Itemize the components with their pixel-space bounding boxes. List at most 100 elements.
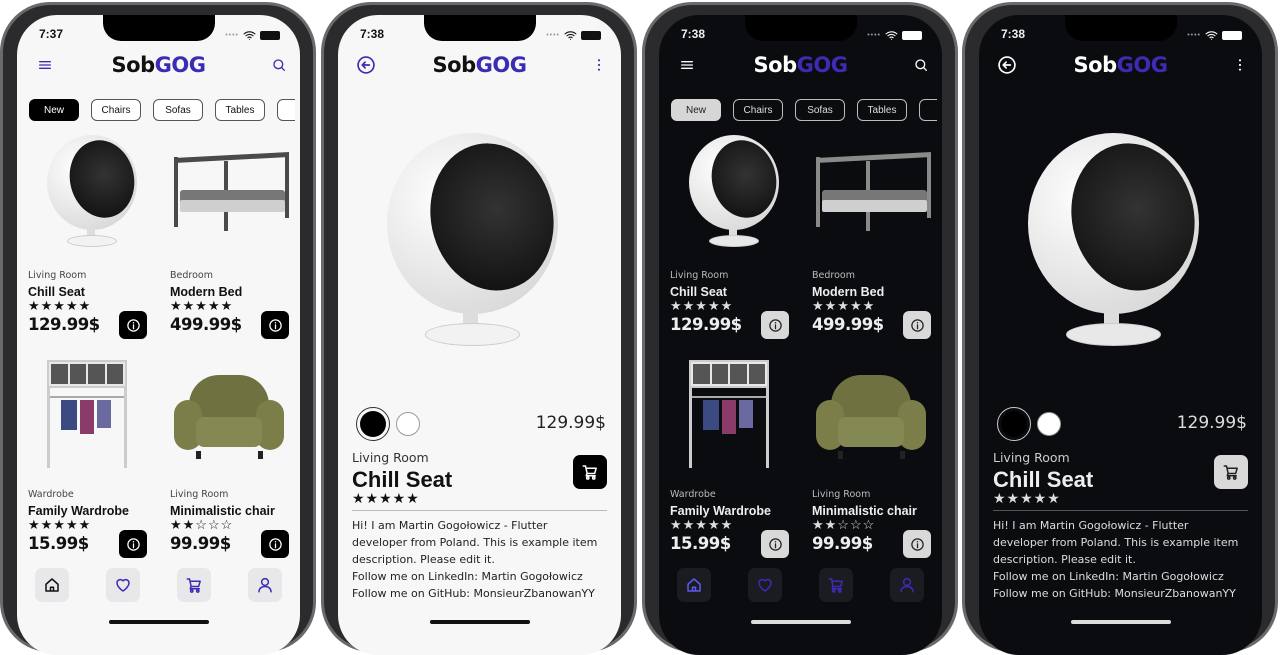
nav-profile-button[interactable] <box>890 568 924 602</box>
description-line: Follow me on GitHub: MonsieurZbanowanYY <box>993 587 1236 600</box>
info-icon <box>126 318 140 332</box>
user-icon <box>258 577 272 593</box>
product-info-button[interactable] <box>903 311 931 339</box>
info-icon <box>910 318 924 332</box>
category-chip[interactable]: Tables <box>857 99 907 121</box>
product-price: 129.99$ <box>670 315 742 334</box>
product-category: Bedroom <box>170 270 213 281</box>
cart-icon <box>186 578 201 593</box>
home-screen: 7:37 •••• SobGOG New Chairs Sofas Tables Li… <box>17 15 300 655</box>
product-info-button[interactable] <box>761 311 789 339</box>
product-rating: ★★★★★ <box>28 298 92 313</box>
product-price: 499.99$ <box>812 315 884 334</box>
product-rating: ★★★★★ <box>170 298 234 313</box>
detail-price: 129.99$ <box>535 413 606 433</box>
ball-chair-image <box>1009 131 1208 361</box>
logo-part1: Sob <box>432 53 477 77</box>
nav-profile-button[interactable] <box>248 568 282 602</box>
category-chips: New Chairs Sofas Tables <box>659 15 937 135</box>
info-icon <box>126 537 140 551</box>
detail-category: Living Room <box>352 450 429 465</box>
home-indicator <box>109 620 209 624</box>
ball-chair-image <box>368 131 567 361</box>
product-name: Chill Seat <box>28 285 85 299</box>
product-category: Living Room <box>28 270 87 281</box>
info-icon <box>268 318 282 332</box>
info-icon <box>768 318 782 332</box>
description-line: Follow me on LinkedIn: Martin Gogołowicz <box>352 570 583 583</box>
phone-dark-home: 7:38 •••• SobGOG New Chairs Sofas Tables Li… <box>642 2 958 655</box>
detail-description: Hi! I am Martin Gogołowicz - Flutter deve… <box>993 517 1255 602</box>
cart-icon <box>1223 465 1238 480</box>
category-chip[interactable]: Sofas <box>795 99 845 121</box>
color-option-black[interactable] <box>356 407 390 441</box>
category-chip[interactable]: Tables <box>215 99 265 121</box>
nav-favorites-button[interactable] <box>748 568 782 602</box>
category-chip[interactable]: Chairs <box>91 99 141 121</box>
product-name: Minimalistic chair <box>170 504 275 518</box>
info-icon <box>768 537 782 551</box>
home-indicator <box>751 620 851 624</box>
add-to-cart-button[interactable] <box>1214 455 1248 489</box>
status-time: 7:38 <box>1001 27 1026 41</box>
add-to-cart-button[interactable] <box>573 455 607 489</box>
notch <box>1065 15 1177 41</box>
category-chip[interactable] <box>919 99 937 121</box>
more-options-button[interactable] <box>591 57 607 78</box>
notch <box>424 15 536 41</box>
user-icon <box>900 577 914 593</box>
status-icons: •••• <box>1187 29 1242 42</box>
ball-chair-image <box>679 134 784 255</box>
logo-part2: GOG <box>475 53 527 77</box>
nav-cart-button[interactable] <box>177 568 211 602</box>
battery-icon <box>1222 31 1242 40</box>
category-chip[interactable]: Chairs <box>733 99 783 121</box>
description-line: developer from Poland. This is example i… <box>352 536 598 549</box>
color-option-white[interactable] <box>1037 412 1061 436</box>
detail-rating: ★★★★★ <box>993 490 1061 506</box>
detail-rating: ★★★★★ <box>352 490 420 506</box>
description-line: description. Please edit it. <box>352 553 495 566</box>
battery-icon <box>581 31 601 40</box>
nav-favorites-button[interactable] <box>106 568 140 602</box>
category-chip[interactable]: Sofas <box>153 99 203 121</box>
detail-price: 129.99$ <box>1176 413 1247 433</box>
product-info-button[interactable] <box>119 530 147 558</box>
product-category: Wardrobe <box>670 489 716 500</box>
status-icons: •••• <box>546 29 601 42</box>
product-info-button[interactable] <box>261 311 289 339</box>
product-price: 99.99$ <box>812 534 873 553</box>
signal-icon: •••• <box>546 32 560 39</box>
wardrobe-image <box>47 360 127 470</box>
nav-home-button[interactable] <box>35 568 69 602</box>
category-chip[interactable] <box>277 99 295 121</box>
nav-cart-button[interactable] <box>819 568 853 602</box>
canopy-bed-image <box>172 145 292 245</box>
product-info-button[interactable] <box>903 530 931 558</box>
product-category: Wardrobe <box>28 489 74 500</box>
product-rating: ★★★★★ <box>670 517 734 532</box>
product-info-button[interactable] <box>761 530 789 558</box>
category-chip[interactable]: New <box>29 99 79 121</box>
product-category: Living Room <box>670 270 729 281</box>
heart-icon <box>758 578 772 592</box>
wardrobe-image <box>689 360 769 470</box>
product-info-button[interactable] <box>261 530 289 558</box>
product-category: Bedroom <box>812 270 855 281</box>
category-chip[interactable]: New <box>671 99 721 121</box>
product-rating: ★★☆☆☆ <box>170 517 234 532</box>
more-vert-icon <box>597 59 601 71</box>
product-info-button[interactable] <box>119 311 147 339</box>
wifi-icon <box>564 31 577 40</box>
heart-icon <box>116 578 130 592</box>
app-logo: SobGOG <box>979 53 1262 77</box>
canopy-bed-image <box>814 145 934 245</box>
detail-screen: 7:38 •••• SobGOG 129.99$ Living Room Chi… <box>979 15 1262 655</box>
more-options-button[interactable] <box>1232 57 1248 78</box>
detail-screen: 7:38 •••• SobGOG 129.99$ Living Room Chi… <box>338 15 621 655</box>
info-icon <box>910 537 924 551</box>
color-option-white[interactable] <box>396 412 420 436</box>
product-rating: ★★★★★ <box>812 298 876 313</box>
color-option-black[interactable] <box>997 407 1031 441</box>
nav-home-button[interactable] <box>677 568 711 602</box>
